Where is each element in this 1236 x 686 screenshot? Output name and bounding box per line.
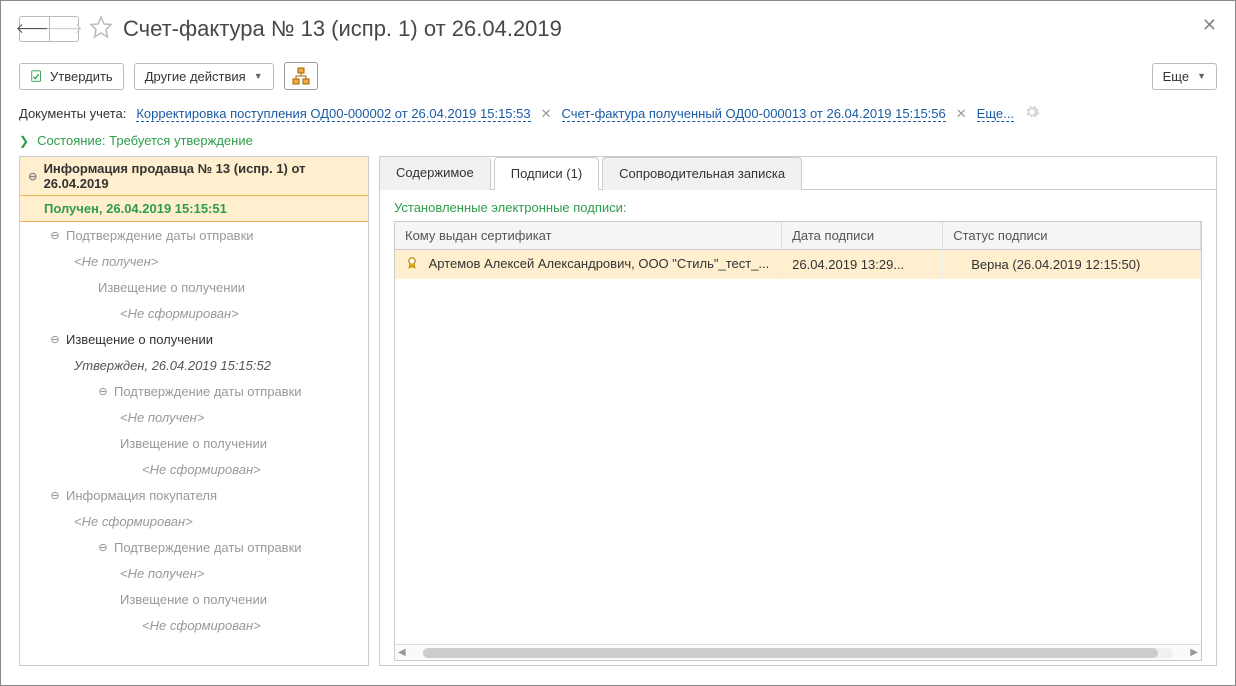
collapse-icon[interactable]: ⊖ [50,229,60,242]
cell-cert: Артемов Алексей Александрович, ООО "Стил… [395,250,782,280]
other-actions-button[interactable]: Другие действия ▼ [134,63,274,90]
tree-item-status: <Не сформирован> [20,456,368,482]
tree-item-label: Подтверждение даты отправки [114,540,302,555]
col-status[interactable]: Статус подписи [943,222,1201,250]
approve-label: Утвердить [50,69,113,84]
star-icon[interactable] [89,15,113,42]
nav-forward-button[interactable]: 🡒 [49,16,79,42]
tree-item[interactable]: ⊖ Подтверждение даты отправки [20,378,368,404]
tree-item[interactable]: ⊖ Извещение о получении [20,326,368,352]
collapse-icon[interactable]: ⊖ [98,385,108,398]
collapse-icon[interactable]: ⊖ [50,489,60,502]
approve-icon [30,69,44,83]
tab-content[interactable]: Содержимое [380,157,491,190]
structure-icon [292,67,310,85]
scroll-right-icon[interactable]: ▶ [1187,647,1201,658]
tree-item-label: Извещение о получении [66,332,213,347]
tree-item-status: <Не сформирован> [20,300,368,326]
tree-status-label: Получен, 26.04.2019 15:15:51 [44,201,227,216]
more-label: Еще [1163,69,1189,84]
remove-doc-1[interactable]: ✕ [541,106,552,122]
doc-link-1[interactable]: Корректировка поступления ОД00-000002 от… [136,106,530,122]
toolbar: Утвердить Другие действия ▼ Еще ▼ [19,62,1217,90]
gear-icon[interactable] [1024,104,1040,123]
tree-header-label: Информация продавца № 13 (испр. 1) от 26… [44,161,360,191]
tab-signatures[interactable]: Подписи (1) [494,157,599,190]
docs-more-link[interactable]: Еще... [977,106,1014,122]
tree-item-status: <Не получен> [20,404,368,430]
doc-link-2[interactable]: Счет-фактура полученный ОД00-000013 от 2… [562,106,946,122]
tree-item-label: Информация покупателя [66,488,217,503]
tab-note[interactable]: Сопроводительная записка [602,157,802,190]
signatures-table-wrap: Кому выдан сертификат Дата подписи Стату… [394,221,1202,661]
col-cert[interactable]: Кому выдан сертификат [395,222,782,250]
remove-doc-2[interactable]: ✕ [956,106,967,122]
tree-item-label: Подтверждение даты отправки [114,384,302,399]
tree-item[interactable]: Извещение о получении [20,586,368,612]
horizontal-scrollbar[interactable]: ◀ ▶ [395,644,1201,660]
tree-status-row[interactable]: Получен, 26.04.2019 15:15:51 [20,196,368,222]
structure-button[interactable] [284,62,318,90]
tabs: Содержимое Подписи (1) Сопроводительная … [380,157,1216,190]
documents-line: Документы учета: Корректировка поступлен… [19,104,1217,123]
collapse-icon[interactable]: ⊖ [28,170,38,183]
tree-item[interactable]: ⊖ Подтверждение даты отправки [20,222,368,248]
other-actions-label: Другие действия [145,69,246,84]
caret-down-icon: ▼ [1197,71,1206,81]
detail-pane: Содержимое Подписи (1) Сопроводительная … [379,156,1217,666]
tab-body: Установленные электронные подписи: Кому … [380,190,1216,665]
tree-item-status: <Не сформирован> [20,508,368,534]
tree-pane: ⊖ Информация продавца № 13 (испр. 1) от … [19,156,369,666]
close-button[interactable]: ✕ [1202,15,1217,36]
tree-item-label: Извещение о получении [98,280,245,295]
tree-item-status: Утвержден, 26.04.2019 15:15:52 [20,352,368,378]
tree-item-label: Подтверждение даты отправки [66,228,254,243]
collapse-icon[interactable]: ⊖ [98,541,108,554]
arrow-right-icon: 🡒 [45,20,83,37]
page-title: Счет-фактура № 13 (испр. 1) от 26.04.201… [123,16,562,42]
caret-down-icon: ▼ [254,71,263,81]
tree-item-status: <Не получен> [20,560,368,586]
tree-item-status: <Не получен> [20,248,368,274]
nav-buttons: 🡐 🡒 [19,16,79,42]
table-row[interactable]: Артемов Алексей Александрович, ООО "Стил… [395,250,1201,280]
tree-item[interactable]: ⊖ Информация покупателя [20,482,368,508]
documents-label: Документы учета: [19,106,126,121]
tree-item[interactable]: ⊖ Подтверждение даты отправки [20,534,368,560]
signatures-table: Кому выдан сертификат Дата подписи Стату… [395,222,1201,279]
tree-item[interactable]: Извещение о получении [20,274,368,300]
chevron-right-icon: ❯ [19,134,29,148]
more-button[interactable]: Еще ▼ [1152,63,1217,90]
close-icon: ✕ [1202,15,1217,35]
signatures-caption: Установленные электронные подписи: [394,200,1202,215]
tree-item-status: <Не сформирован> [20,612,368,638]
tree-item[interactable]: Извещение о получении [20,430,368,456]
certificate-icon [405,256,419,273]
col-date[interactable]: Дата подписи [782,222,943,250]
titlebar: 🡐 🡒 Счет-фактура № 13 (испр. 1) от 26.04… [19,15,1217,42]
tree-item-label: Извещение о получении [120,436,267,451]
state-line[interactable]: ❯ Состояние: Требуется утверждение [19,133,1217,148]
cell-date: 26.04.2019 13:29... [782,250,943,280]
state-text: Состояние: Требуется утверждение [37,133,253,148]
tree-item-label: Извещение о получении [120,592,267,607]
cell-status: Верна (26.04.2019 12:15:50) [943,250,1201,280]
approve-button[interactable]: Утвердить [19,63,124,90]
tree-header-row[interactable]: ⊖ Информация продавца № 13 (испр. 1) от … [20,157,368,196]
collapse-icon[interactable]: ⊖ [50,333,60,346]
scroll-left-icon[interactable]: ◀ [395,647,409,658]
